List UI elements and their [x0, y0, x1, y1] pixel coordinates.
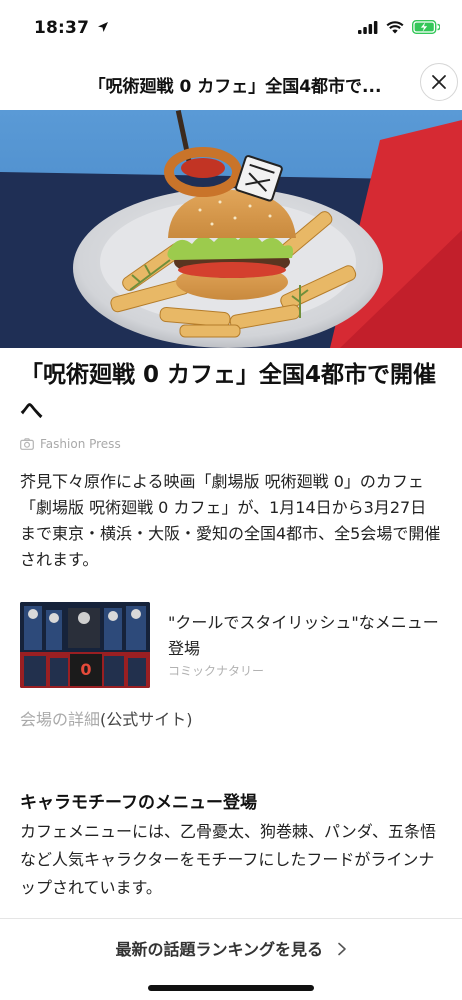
article-source: Fashion Press: [20, 437, 442, 451]
venue-link-text: (公式サイト): [100, 710, 193, 729]
close-icon: [432, 75, 446, 89]
article-header: 「呪術廻戦 0 カフェ」全国4都市で...: [0, 58, 462, 110]
article-body: 「呪術廻戦 0 カフェ」全国4都市で開催へ Fashion Press 芥見下々…: [20, 357, 442, 573]
wifi-icon: [386, 20, 404, 33]
section-heading: キャラモチーフのメニュー登場: [20, 793, 257, 813]
burger-plate-photo: [0, 110, 462, 348]
source-label: Fashion Press: [40, 437, 121, 451]
article-lead: 芥見下々原作による映画「劇場版 呪術廻戦 0」のカフェ「劇場版 呪術廻戦 0 カ…: [20, 472, 441, 569]
article-title: 「呪術廻戦 0 カフェ」全国4都市で開催へ: [20, 362, 437, 424]
location-arrow-icon: [98, 22, 109, 32]
hero-image: [0, 110, 462, 348]
related-thumbnail: 0: [20, 602, 150, 688]
svg-text:0: 0: [80, 660, 91, 679]
footer-divider: [0, 918, 462, 919]
status-bar: 18:37: [0, 0, 462, 58]
chevron-right-icon: [337, 942, 346, 956]
cellular-signal-icon: [358, 20, 378, 34]
header-title: 「呪術廻戦 0 カフェ」全国4都市で...: [88, 77, 382, 97]
related-article-card[interactable]: 0 "クールでスタイリッシュ"なメニュー登場 コミックナタリー: [20, 602, 442, 688]
close-button[interactable]: [420, 63, 458, 101]
battery-charging-icon: [412, 20, 440, 34]
camera-icon: [20, 438, 34, 450]
status-icons: [358, 20, 440, 34]
status-time-text: 18:37: [34, 18, 90, 38]
related-source: コミックナタリー: [168, 664, 265, 678]
ranking-label: 最新の話題ランキングを見る: [115, 940, 323, 959]
related-title: "クールでスタイリッシュ"なメニュー登場: [168, 613, 439, 658]
venue-label: 会場の詳細: [20, 710, 101, 729]
section-body: カフェメニューには、乙骨憂太、狗巻棘、パンダ、五条悟など人気キャラクターをモチー…: [20, 822, 437, 897]
venue-details-link[interactable]: 会場の詳細(公式サイト): [20, 706, 193, 730]
ranking-link[interactable]: 最新の話題ランキングを見る: [0, 936, 462, 960]
movie-poster-image: 0: [20, 602, 150, 688]
status-time: 18:37: [34, 18, 109, 38]
home-indicator: [148, 985, 314, 991]
